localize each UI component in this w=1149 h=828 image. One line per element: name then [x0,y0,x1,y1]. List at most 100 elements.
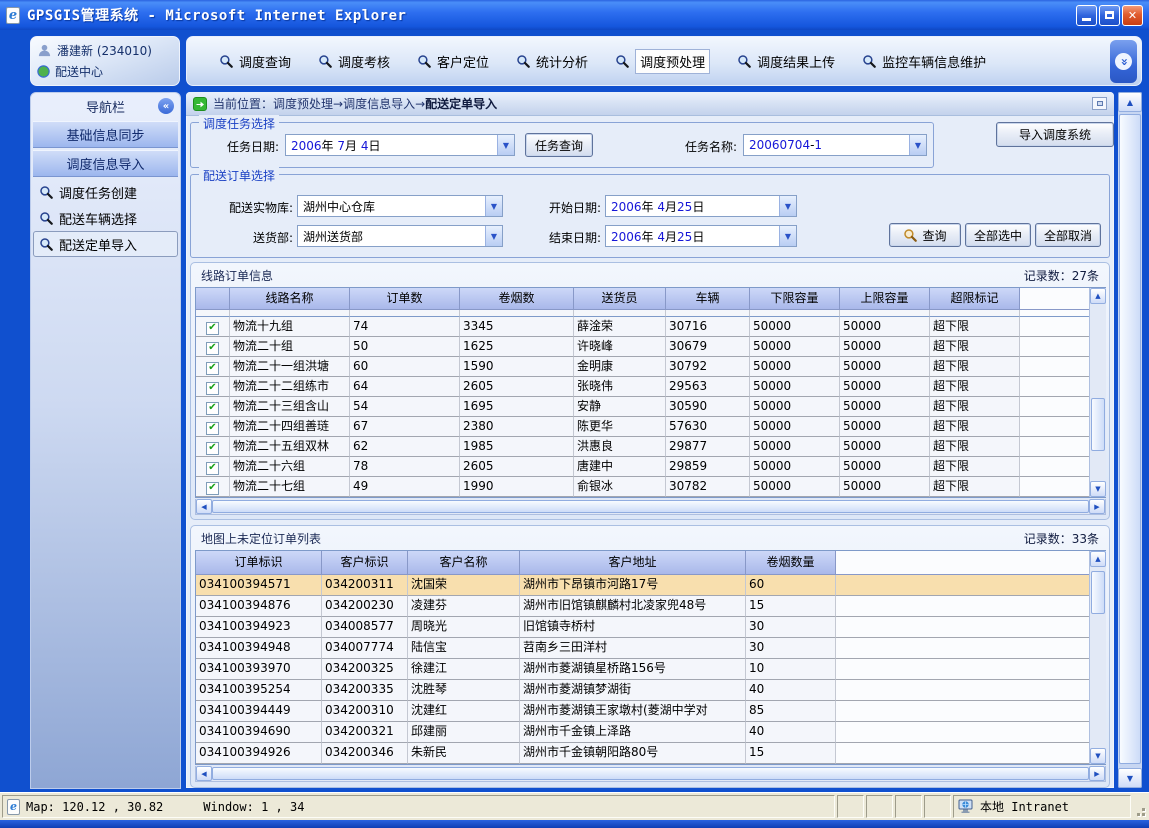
cell: 67 [350,417,460,437]
scroll-up-button[interactable]: ▲ [1118,92,1142,112]
route-table-record-count: 记录数：27条 [1024,267,1099,284]
warehouse-combobox[interactable]: 湖州中心仓库 ▼ [297,195,503,217]
toolbar-expand-button[interactable]: « [1110,40,1137,83]
order-table-row[interactable]: 034100394948034007774陆信宝苕南乡三田洋村30 [196,638,1105,659]
row-checkbox[interactable]: ✔ [206,362,219,375]
route-table-horizontal-scrollbar[interactable]: ◀ ▶ [195,499,1106,515]
toolbar-item-label: 调度考核 [338,52,390,71]
scroll-right-button[interactable]: ▶ [1089,766,1105,781]
task-date-combobox[interactable]: 2006年 7月 4日 ▼ [285,134,515,156]
scroll-down-button[interactable]: ▼ [1090,748,1106,764]
scroll-thumb[interactable] [212,767,1089,780]
scroll-thumb[interactable] [1091,398,1105,451]
toolbar-item[interactable]: 调度结果上传 [737,52,835,71]
cell: 唐建中 [574,457,666,477]
row-checkbox[interactable]: ✔ [206,322,219,335]
resize-grip[interactable] [1133,795,1147,818]
order-table-row[interactable]: 034100393970034200325徐建江湖州市菱湖镇星桥路156号10 [196,659,1105,680]
row-checkbox[interactable]: ✔ [206,442,219,455]
route-table-row[interactable]: ✔物流二十二组练市642605张晓伟295635000050000超下限 [196,377,1105,397]
scroll-up-button[interactable]: ▲ [1090,288,1106,304]
import-to-dispatch-button[interactable]: 导入调度系统 [996,122,1114,147]
scroll-down-button[interactable]: ▼ [1090,481,1106,497]
start-date-combobox[interactable]: 2006年 4月25日 ▼ [605,195,797,217]
route-table-row[interactable]: ✔物流二十六组782605唐建中298595000050000超下限 [196,457,1105,477]
sidebar-collapse-button[interactable]: « [158,98,174,114]
minimize-button[interactable] [1076,5,1097,26]
cell: 湖州市菱湖镇星桥路156号 [520,659,746,680]
row-checkbox[interactable]: ✔ [206,422,219,435]
scroll-left-button[interactable]: ◀ [196,766,212,781]
breadcrumb-collapse-button[interactable] [1092,97,1107,110]
order-table-horizontal-scrollbar[interactable]: ◀ ▶ [195,766,1106,782]
scroll-right-button[interactable]: ▶ [1089,499,1105,514]
sidebar-item[interactable]: 调度任务创建 [33,179,178,205]
sidebar-item[interactable]: 配送定单导入 [33,231,178,257]
toolbar-item[interactable]: 统计分析 [516,52,588,71]
cell: 034100394923 [196,617,322,638]
scroll-down-button[interactable]: ▼ [1118,768,1142,788]
cell: 034100394690 [196,722,322,743]
row-checkbox[interactable]: ✔ [206,342,219,355]
cell: 034200310 [322,701,408,722]
toolbar-item[interactable]: 调度查询 [219,52,291,71]
row-checkbox[interactable]: ✔ [206,462,219,475]
toolbar-item[interactable]: 监控车辆信息维护 [862,52,986,71]
order-table-row[interactable]: 034100394876034200230凌建芬湖州市旧馆镇麒麟村北凌家兜48号… [196,596,1105,617]
order-table-row[interactable]: 034100394690034200321邱建丽湖州市千金镇上泽路40 [196,722,1105,743]
query-button[interactable]: 查询 [889,223,961,247]
dropdown-arrow-icon[interactable]: ▼ [779,196,796,216]
sidebar-title: 导航栏 [86,97,125,116]
toolbar-item[interactable]: 调度预处理 [615,49,710,74]
order-select-fieldset: 配送订单选择 配送实物库: 湖州中心仓库 ▼ 开始日期: 2006年 4月25日… [190,174,1110,258]
dropdown-arrow-icon[interactable]: ▼ [779,226,796,246]
dropdown-arrow-icon[interactable]: ▼ [485,196,502,216]
maximize-button[interactable] [1099,5,1120,26]
route-table-row[interactable]: ✔物流十九组743345薛淦荣307165000050000超下限 [196,317,1105,337]
task-query-button[interactable]: 任务查询 [525,133,593,157]
close-button[interactable]: ✕ [1122,5,1143,26]
sidebar-section-base-info-sync[interactable]: 基础信息同步 [33,121,178,148]
dropdown-arrow-icon[interactable]: ▼ [497,135,514,155]
route-table-row[interactable]: ✔物流二十七组491990俞银冰307825000050000超下限 [196,477,1105,497]
cell: 50000 [750,397,840,417]
sidebar-section-dispatch-import[interactable]: 调度信息导入 [33,150,178,177]
cell: 超下限 [930,457,1020,477]
dropdown-arrow-icon[interactable]: ▼ [909,135,926,155]
scroll-thumb[interactable] [1091,571,1105,614]
title-bar[interactable]: e GPSGIS管理系统 - Microsoft Internet Explor… [0,0,1149,30]
route-table-row[interactable]: ✔物流二十一组洪塘601590金明康307925000050000超下限 [196,357,1105,377]
warehouse-value: 湖州中心仓库 [303,198,485,215]
cell: 54 [350,397,460,417]
task-name-combobox[interactable]: 20060704-1 ▼ [743,134,927,156]
order-table-row[interactable]: 034100395254034200335沈胜琴湖州市菱湖镇梦湖街40 [196,680,1105,701]
order-table-row[interactable]: 034100394926034200346朱新民湖州市千金镇朝阳路80号15 [196,743,1105,764]
row-checkbox[interactable]: ✔ [206,382,219,395]
magnifier-icon [39,211,54,226]
scroll-thumb[interactable] [1119,114,1141,764]
order-table-row[interactable]: 034100394923034008577周晓光旧馆镇寺桥村30 [196,617,1105,638]
row-checkbox[interactable]: ✔ [206,402,219,415]
cell: 50000 [750,377,840,397]
scroll-left-button[interactable]: ◀ [196,499,212,514]
scroll-up-button[interactable]: ▲ [1090,551,1106,567]
scroll-thumb[interactable] [212,500,1089,513]
delivery-dept-combobox[interactable]: 湖州送货部 ▼ [297,225,503,247]
order-table-row[interactable]: 034100394571034200311沈国荣湖州市下昂镇市河路17号60 [196,575,1105,596]
order-table-row[interactable]: 034100394449034200310沈建红湖州市菱湖镇王家墩村(菱湖中学对… [196,701,1105,722]
select-all-button[interactable]: 全部选中 [965,223,1031,247]
toolbar-item[interactable]: 客户定位 [417,52,489,71]
route-table-row[interactable]: ✔物流二十组501625许晓峰306795000050000超下限 [196,337,1105,357]
route-table-row[interactable]: ✔物流二十五组双林621985洪惠良298775000050000超下限 [196,437,1105,457]
sidebar-item[interactable]: 配送车辆选择 [33,205,178,231]
route-table-row[interactable]: ✔物流二十四组善琏672380陈更华576305000050000超下限 [196,417,1105,437]
dropdown-arrow-icon[interactable]: ▼ [485,226,502,246]
order-table-vertical-scrollbar[interactable]: ▲ ▼ [1089,551,1106,764]
route-table-row[interactable]: ✔物流二十三组含山541695安静305905000050000超下限 [196,397,1105,417]
route-table-vertical-scrollbar[interactable]: ▲ ▼ [1089,288,1106,497]
deselect-all-button[interactable]: 全部取消 [1035,223,1101,247]
toolbar-item[interactable]: 调度考核 [318,52,390,71]
end-date-combobox[interactable]: 2006年 4月25日 ▼ [605,225,797,247]
row-checkbox[interactable]: ✔ [206,482,219,495]
page-vertical-scrollbar[interactable]: ▲ ▼ [1118,92,1142,788]
